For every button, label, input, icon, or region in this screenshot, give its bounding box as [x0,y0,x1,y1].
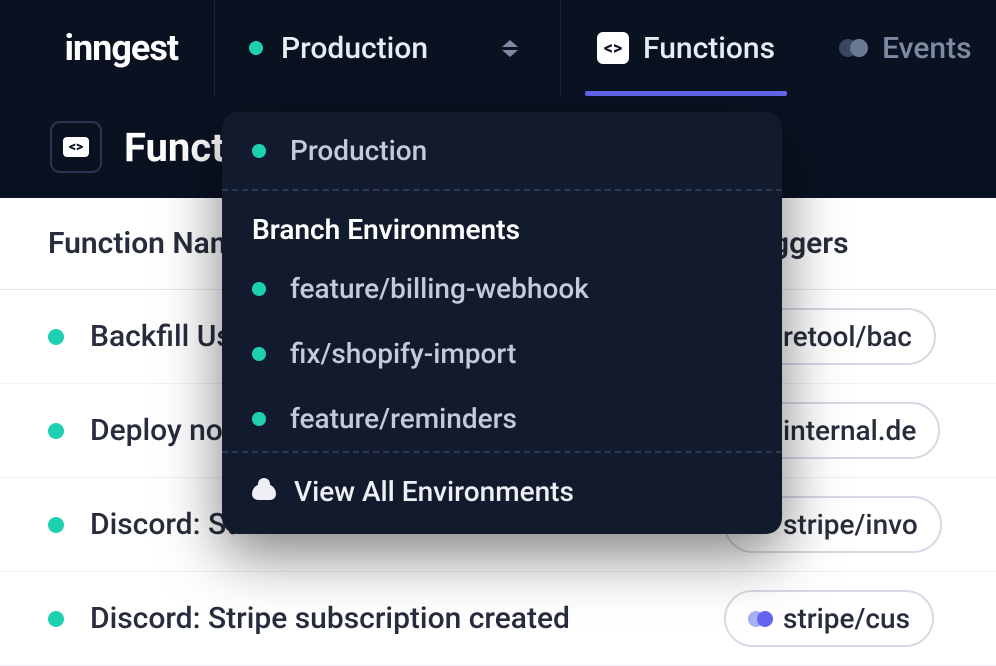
trigger-label: retool/bac [783,320,912,353]
function-name: Deploy noti [90,413,240,448]
event-icon [748,611,773,627]
tab-events[interactable]: Events [811,0,996,96]
tab-label: Events [882,31,971,66]
status-dot-icon [249,41,263,55]
environment-label: Production [281,31,428,66]
status-dot-icon [252,282,266,296]
environment-dropdown: Production Branch Environments feature/b… [222,112,782,534]
trigger-label: stripe/invo [783,508,918,541]
top-nav: inngest Production <> Functions Events [0,0,996,96]
dropdown-item-branch[interactable]: feature/billing-webhook [222,256,782,321]
tab-functions[interactable]: <> Functions [561,0,811,96]
nav-tabs: <> Functions Events [561,0,996,96]
functions-icon-box: <> [50,121,102,173]
status-dot-icon [252,412,266,426]
cloud-icon [252,484,276,500]
status-dot-icon [252,347,266,361]
trigger-label: internal.de [783,414,916,447]
dropdown-item-branch[interactable]: fix/shopify-import [222,321,782,386]
logo: inngest [46,27,178,69]
dropdown-view-all[interactable]: View All Environments [222,453,782,534]
dropdown-item-label: feature/billing-webhook [290,272,589,305]
trigger-label: stripe/cus [783,602,910,635]
status-dot-icon [48,423,64,439]
dropdown-section-title: Branch Environments [222,191,782,256]
status-dot-icon [252,144,266,158]
environment-selector[interactable]: Production [214,0,561,96]
dropdown-item-label: feature/reminders [290,402,517,435]
function-name: Discord: St [90,507,236,542]
dropdown-footer-label: View All Environments [294,475,574,508]
status-dot-icon [48,329,64,345]
trigger-pill[interactable]: stripe/cus [724,590,934,647]
dropdown-item-production[interactable]: Production [222,112,782,189]
code-icon: <> [63,137,89,157]
events-icon [839,39,868,57]
chevron-updown-icon [502,40,518,57]
status-dot-icon [48,517,64,533]
code-icon: <> [597,32,629,64]
dropdown-item-label: fix/shopify-import [290,337,516,370]
dropdown-item-branch[interactable]: feature/reminders [222,386,782,451]
dropdown-item-label: Production [290,134,427,167]
page-title: Funct [124,124,225,171]
tab-label: Functions [643,31,775,66]
status-dot-icon [48,611,64,627]
table-row[interactable]: Discord: Stripe subscription created str… [0,572,996,666]
function-name: Discord: Stripe subscription created [90,601,570,636]
